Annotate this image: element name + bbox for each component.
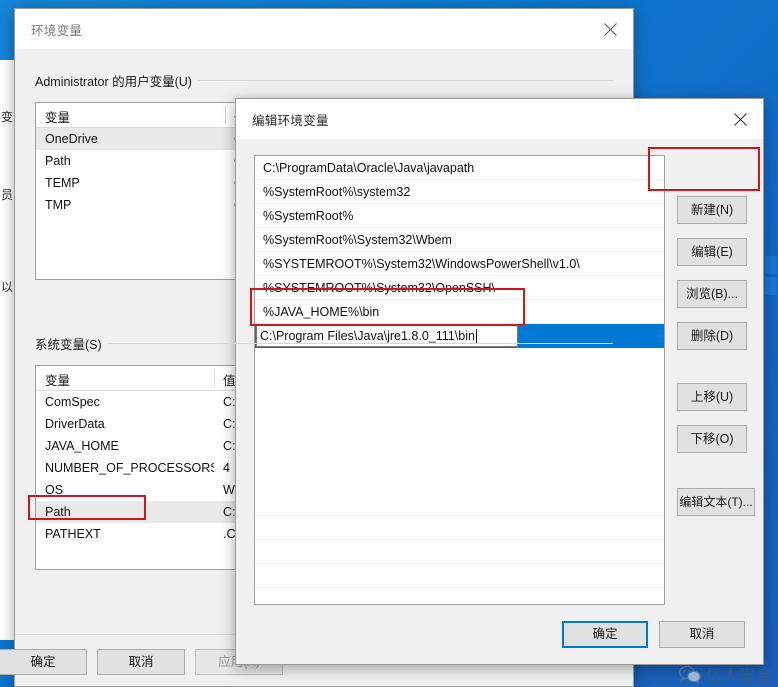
new-button[interactable]: 新建(N) bbox=[677, 196, 747, 224]
list-item-empty[interactable] bbox=[255, 492, 664, 516]
variable-name: PATHEXT bbox=[45, 527, 101, 541]
variable-name: DriverData bbox=[45, 417, 105, 431]
variable-name: ComSpec bbox=[45, 395, 100, 409]
edit-window-title: 编辑环境变量 bbox=[252, 113, 329, 128]
wechat-icon bbox=[679, 665, 701, 684]
background-fragment: 变 bbox=[1, 110, 14, 124]
windows-logo-decoration bbox=[765, 256, 778, 298]
editing-row[interactable]: C:\Program Files\Java\jre1.8.0_111\bin bbox=[255, 324, 664, 348]
edit-window-button-bar: 确定 取消 bbox=[562, 621, 745, 648]
list-item[interactable]: %SYSTEMROOT%\System32\OpenSSH\ bbox=[255, 276, 664, 300]
edit-text-button[interactable]: 编辑文本(T)... bbox=[677, 488, 755, 516]
env-window-titlebar: 环境变量 bbox=[15, 9, 633, 49]
edit-window-body: C:\ProgramData\Oracle\Java\javapath %Sys… bbox=[236, 139, 763, 664]
user-variables-label: Administrator 的用户变量(U) bbox=[35, 71, 198, 90]
env-window-title: 环境变量 bbox=[31, 23, 83, 38]
list-item-empty[interactable] bbox=[255, 540, 664, 564]
list-item[interactable]: %SystemRoot%\system32 bbox=[255, 180, 664, 204]
system-variables-label: 系统变量(S) bbox=[35, 334, 108, 353]
move-up-button[interactable]: 上移(U) bbox=[677, 383, 747, 411]
ok-button[interactable]: 确定 bbox=[0, 649, 87, 675]
column-header-name: 变量 bbox=[45, 374, 71, 388]
variable-name: OneDrive bbox=[45, 132, 98, 146]
close-icon[interactable] bbox=[717, 99, 763, 139]
variable-name: OS bbox=[45, 483, 64, 497]
list-item[interactable]: %JAVA_HOME%\bin bbox=[255, 300, 664, 324]
variable-name: Path bbox=[45, 505, 71, 519]
background-fragment: 员 bbox=[1, 188, 14, 202]
variable-name: TEMP bbox=[45, 176, 80, 190]
desktop-background: 变 员 以 环境变量 Administrator 的用户变量(U) 变量 One… bbox=[0, 0, 778, 687]
variable-name: Path bbox=[45, 154, 71, 168]
text-caret bbox=[475, 329, 477, 343]
ok-button[interactable]: 确定 bbox=[562, 621, 648, 648]
close-icon[interactable] bbox=[587, 9, 633, 49]
watermark-text: 亿人安全 bbox=[705, 666, 774, 684]
cancel-button[interactable]: 取消 bbox=[97, 649, 185, 675]
path-entries-listbox[interactable]: C:\ProgramData\Oracle\Java\javapath %Sys… bbox=[254, 155, 665, 605]
list-item-empty[interactable] bbox=[255, 564, 664, 588]
column-header-name: 变量 bbox=[45, 111, 71, 125]
list-item-empty[interactable] bbox=[255, 516, 664, 540]
delete-button[interactable]: 删除(D) bbox=[677, 322, 747, 350]
list-item[interactable]: %SystemRoot%\System32\Wbem bbox=[255, 228, 664, 252]
move-down-button[interactable]: 下移(O) bbox=[677, 425, 747, 453]
edit-environment-variable-window: 编辑环境变量 C:\ProgramData\Oracle\Java\javapa… bbox=[235, 98, 764, 665]
list-item[interactable]: C:\ProgramData\Oracle\Java\javapath bbox=[255, 156, 664, 180]
browse-button[interactable]: 浏览(B)... bbox=[677, 280, 747, 308]
cancel-button[interactable]: 取消 bbox=[659, 621, 745, 648]
background-fragment: 以 bbox=[1, 280, 14, 294]
variable-name: TMP bbox=[45, 198, 72, 212]
variable-name: NUMBER_OF_PROCESSORS bbox=[45, 461, 214, 475]
list-item[interactable]: %SYSTEMROOT%\System32\WindowsPowerShell\… bbox=[255, 252, 664, 276]
variable-name: JAVA_HOME bbox=[45, 439, 119, 453]
list-item-empty[interactable] bbox=[255, 588, 664, 604]
list-item[interactable]: %SystemRoot% bbox=[255, 204, 664, 228]
edit-window-titlebar: 编辑环境变量 bbox=[236, 99, 763, 139]
watermark: 亿人安全 bbox=[679, 664, 774, 685]
group-divider bbox=[35, 343, 613, 344]
edit-button[interactable]: 编辑(E) bbox=[677, 238, 747, 266]
